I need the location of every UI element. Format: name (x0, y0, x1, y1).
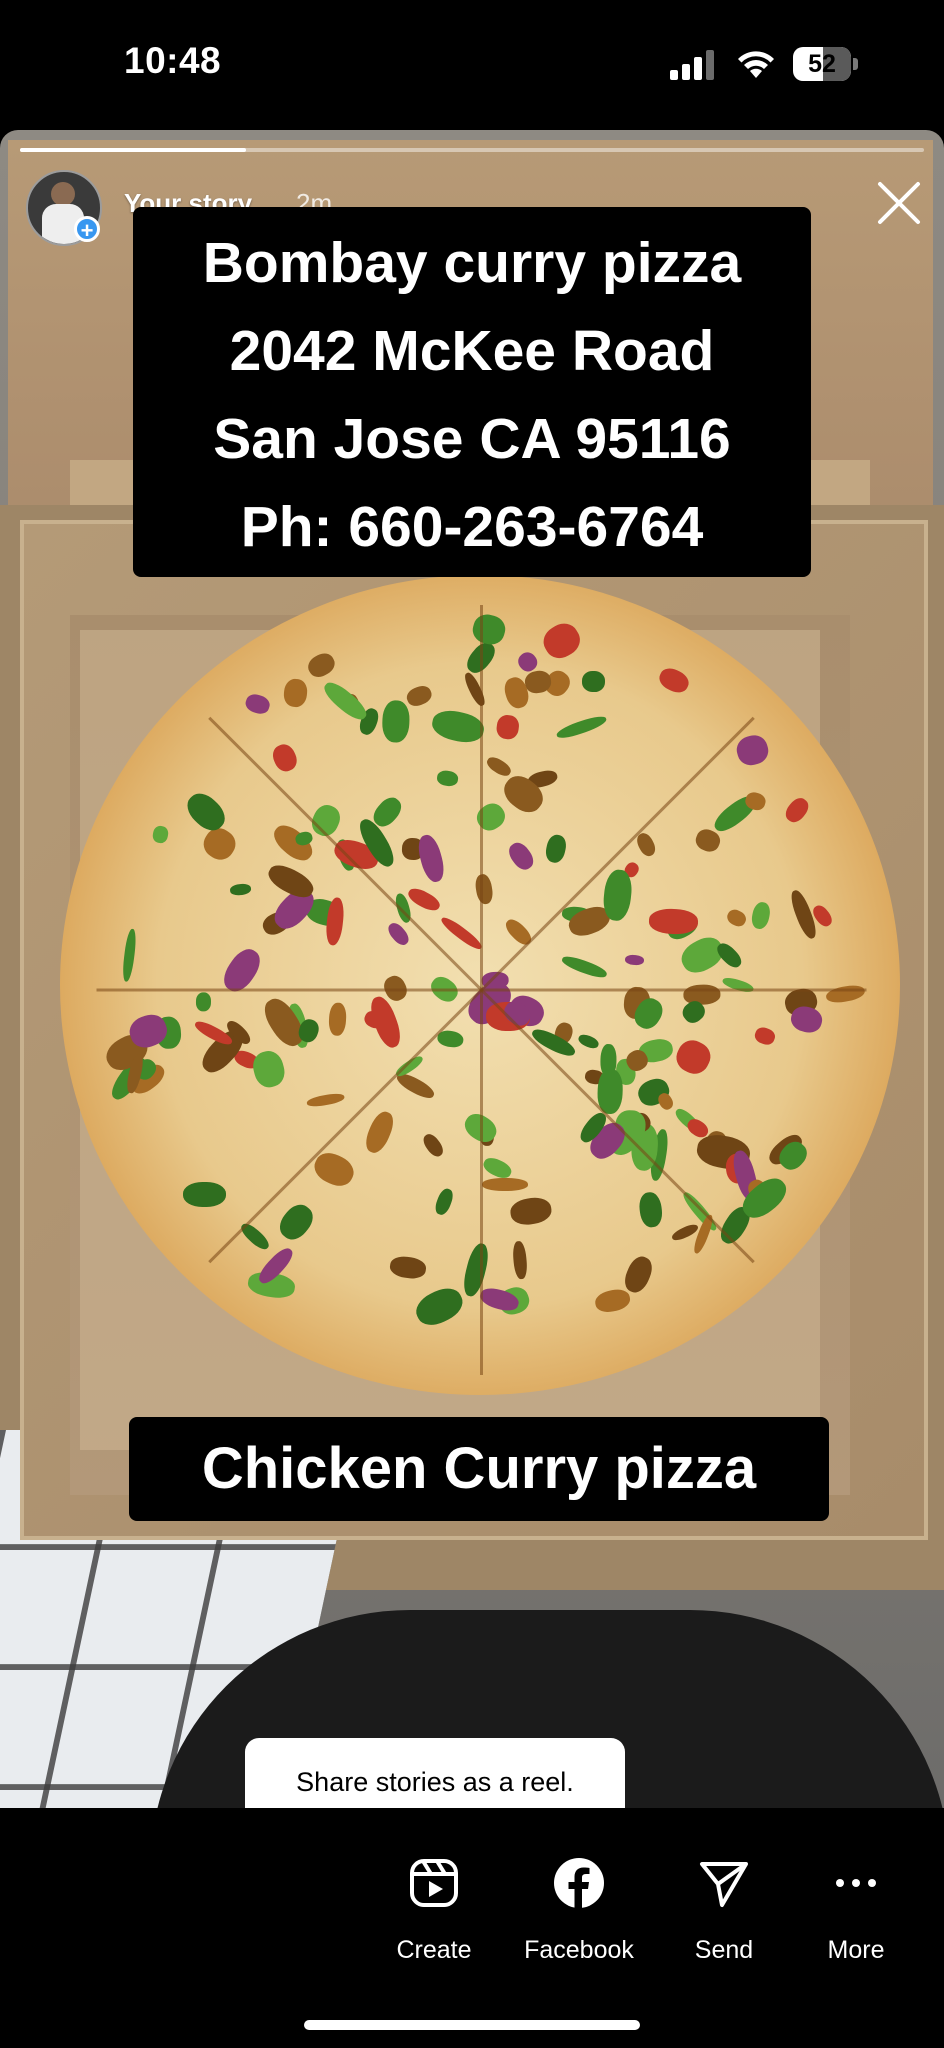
facebook-icon (554, 1858, 604, 1908)
story-caption-title: Chicken Curry pizza (129, 1417, 829, 1521)
caption-line: San Jose CA 95116 (213, 407, 731, 471)
pizza-topping (382, 699, 411, 743)
pizza-topping (581, 670, 606, 693)
caption-line: 2042 McKee Road (229, 319, 715, 383)
battery-indicator: 52 (793, 47, 859, 81)
add-story-icon[interactable]: + (74, 216, 100, 243)
facebook-button[interactable]: Facebook (509, 1856, 649, 1965)
story-progress-bar (20, 148, 924, 152)
battery-percentage: 52 (808, 50, 836, 78)
send-label: Send (694, 1936, 754, 1964)
create-label: Create (396, 1936, 472, 1964)
clock: 10:48 (124, 40, 222, 81)
more-icon (836, 1879, 876, 1887)
send-icon (700, 1862, 748, 1907)
reel-create-icon (410, 1859, 458, 1907)
create-button[interactable]: Create (364, 1856, 504, 1965)
send-button[interactable]: Send (654, 1856, 794, 1965)
more-button[interactable]: More (786, 1856, 926, 1965)
home-indicator[interactable] (304, 2020, 640, 2030)
more-label: More (827, 1936, 885, 1964)
pizza-topping (495, 713, 520, 740)
story-action-bar: Create Facebook Send More (0, 1808, 944, 2048)
story-viewer[interactable]: + Your story 2m Bombay curry pizza 2042 … (0, 130, 944, 1808)
story-caption-address: Bombay curry pizza 2042 McKee Road San J… (133, 207, 811, 577)
pizza-topping (183, 1181, 226, 1208)
facebook-label: Facebook (524, 1936, 634, 1964)
pizza-topping (482, 1178, 528, 1192)
pizza-topping (195, 992, 212, 1012)
status-bar: 10:48 52 (0, 0, 944, 130)
caption-line: Ph: 660-263-6764 (240, 495, 704, 559)
pizza-topping (648, 907, 699, 935)
cellular-signal-icon (670, 50, 714, 80)
close-icon[interactable] (874, 178, 924, 228)
caption-line: Bombay curry pizza (202, 231, 742, 295)
wifi-icon (738, 51, 774, 78)
